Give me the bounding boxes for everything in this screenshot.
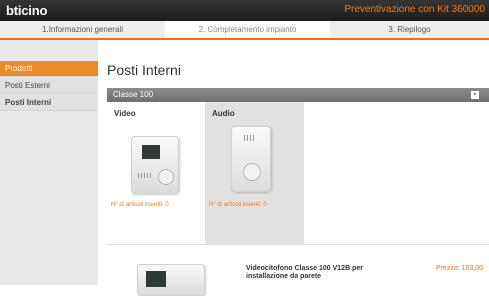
wizard-tabs: 1.Informazioni generali 2. Completamento…	[0, 21, 489, 40]
audio-items-count: N° di articoli inseriti: 0	[209, 202, 267, 208]
main-content: Posti Interni Classe 100 ▪ Video N° di a…	[98, 40, 489, 296]
product-description: Videocitofono Classe 100 V12B per instal…	[246, 265, 363, 280]
control-knob-icon	[158, 169, 174, 185]
product-image[interactable]	[137, 264, 205, 296]
page-title: Posti Interni	[107, 62, 181, 78]
section-title: Classe 100	[113, 90, 154, 99]
video-intercom-image[interactable]	[131, 136, 179, 194]
product-price: Prezzo: 103,00	[436, 265, 484, 272]
audio-intercom-image[interactable]	[231, 126, 271, 192]
video-label: Video	[114, 109, 136, 118]
sidebar: Prodotti Posti Esterni Posti Interni	[0, 40, 98, 285]
video-items-count: N° di articoli inseriti: 0	[111, 202, 169, 208]
control-knob-icon	[243, 163, 261, 181]
tab-riepilogo[interactable]: 3. Riepilogo	[330, 21, 489, 38]
video-column[interactable]: Video N° di articoli inseriti: 0	[107, 102, 205, 244]
audio-label: Audio	[212, 109, 235, 118]
speaker-grille-icon	[244, 135, 256, 141]
bticino-logo: bticino	[6, 3, 48, 18]
sidebar-item-posti-esterni[interactable]: Posti Esterni	[0, 78, 98, 94]
speaker-grille-icon	[138, 173, 152, 178]
header-title: Preventivazione con Kit 360000	[344, 4, 485, 15]
audio-column[interactable]: Audio N° di articoli inseriti: 0	[205, 102, 304, 244]
top-bar: bticino Preventivazione con Kit 360000	[0, 0, 489, 21]
section-header[interactable]: Classe 100 ▪	[107, 88, 489, 102]
sidebar-item-prodotti[interactable]: Prodotti	[0, 61, 98, 77]
sidebar-item-posti-interni[interactable]: Posti Interni	[0, 95, 98, 111]
tab-completamento-impianto[interactable]: 2. Completamento impianto	[165, 21, 330, 38]
section-divider	[107, 244, 489, 245]
video-screen-icon	[142, 145, 160, 159]
collapse-icon[interactable]: ▪	[471, 91, 479, 99]
tab-informazioni-generali[interactable]: 1.Informazioni generali	[0, 21, 165, 38]
